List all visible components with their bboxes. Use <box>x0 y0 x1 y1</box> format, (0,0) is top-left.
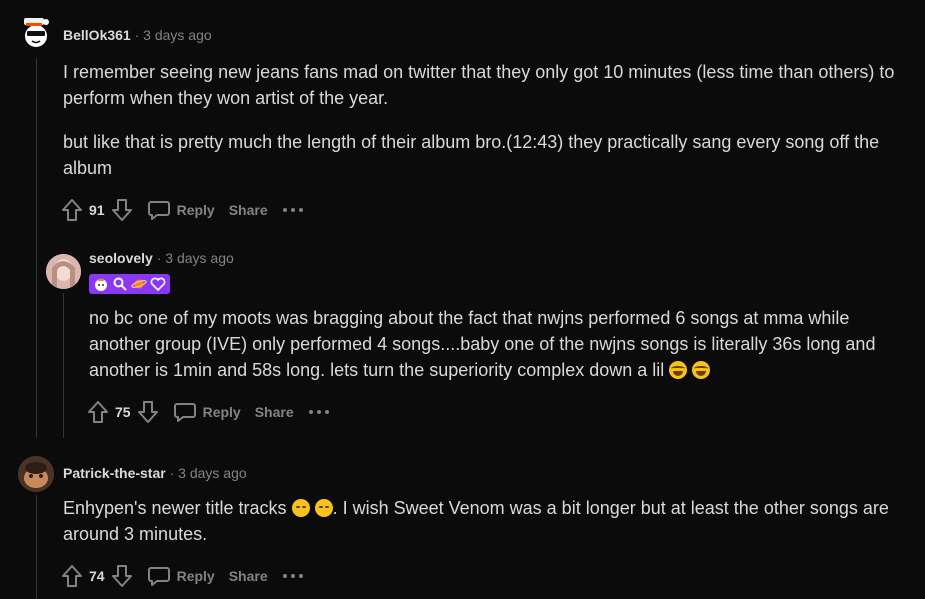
comment-actions: 91 Reply Share <box>61 197 304 223</box>
speech-bubble-icon <box>173 403 196 422</box>
comment-paragraph: no bc one of my moots was bragging about… <box>89 305 914 383</box>
reply-label: Reply <box>202 404 241 420</box>
ellipsis-icon <box>282 574 303 578</box>
comment-body: I remember seeing new jeans fans mad on … <box>63 59 918 181</box>
user-flair <box>89 274 170 294</box>
more-options-button[interactable] <box>282 207 304 213</box>
purple-heart-emoji-icon <box>150 277 166 292</box>
ellipsis-icon <box>308 410 329 414</box>
upvote-icon[interactable] <box>61 198 83 222</box>
comment-meta: Patrick-the-star · 3 days ago <box>63 465 247 481</box>
reply-button[interactable]: Reply <box>147 565 215 587</box>
more-options-button[interactable] <box>308 409 330 415</box>
planet-emoji-icon <box>131 279 147 289</box>
share-label: Share <box>254 404 294 420</box>
downvote-icon[interactable] <box>111 198 133 222</box>
timestamp[interactable]: 3 days ago <box>178 465 247 481</box>
timestamp[interactable]: 3 days ago <box>165 250 234 266</box>
reply-button[interactable]: Reply <box>147 199 215 221</box>
upvote-icon[interactable] <box>61 564 83 588</box>
magnifier-emoji-icon <box>113 277 127 291</box>
share-button[interactable]: Share <box>229 202 268 218</box>
comment-meta: seolovely · 3 days ago <box>89 250 234 266</box>
disappointed-emoji-icon <box>314 499 333 517</box>
profile-photo-icon <box>46 254 81 289</box>
vote-count: 91 <box>89 202 105 218</box>
upvote-icon[interactable] <box>87 400 109 424</box>
username[interactable]: seolovely <box>89 250 153 266</box>
comment-text-start: Enhypen's newer title tracks <box>63 498 287 518</box>
comment-text: no bc one of my moots was bragging about… <box>89 308 876 380</box>
reply-label: Reply <box>176 202 215 218</box>
flame-face-emoji-icon <box>95 278 107 291</box>
laughing-emoji-icon <box>669 361 688 379</box>
comment-body: no bc one of my moots was bragging about… <box>89 305 914 383</box>
comment-meta: BellOk361 · 3 days ago <box>63 27 212 43</box>
comment-paragraph: but like that is pretty much the length … <box>63 132 880 178</box>
profile-photo-icon <box>18 456 54 492</box>
downvote-icon[interactable] <box>137 400 159 424</box>
meta-separator: · <box>134 27 140 43</box>
ellipsis-icon <box>282 208 303 212</box>
avatar[interactable] <box>18 14 54 50</box>
reply-button[interactable]: Reply <box>173 401 241 423</box>
reply-label: Reply <box>176 568 215 584</box>
meta-separator: · <box>156 250 162 266</box>
thread-line-2[interactable] <box>63 293 64 438</box>
thread-line-3[interactable] <box>36 495 37 599</box>
more-options-button[interactable] <box>282 573 304 579</box>
share-button[interactable]: Share <box>255 404 294 420</box>
share-label: Share <box>228 202 268 218</box>
vote-count: 74 <box>89 568 105 584</box>
comment-actions: 74 Reply Share <box>61 563 304 589</box>
avatar[interactable] <box>46 254 81 289</box>
share-label: Share <box>228 568 268 584</box>
speech-bubble-icon <box>147 567 170 586</box>
comment-actions: 75 Reply Share <box>87 399 330 425</box>
comment-paragraph: I remember seeing new jeans fans mad on … <box>63 62 895 108</box>
vote-count: 75 <box>115 404 131 420</box>
username[interactable]: BellOk361 <box>63 27 131 43</box>
share-button[interactable]: Share <box>229 568 268 584</box>
timestamp[interactable]: 3 days ago <box>143 27 212 43</box>
downvote-icon[interactable] <box>111 564 133 588</box>
snoo-avatar-icon <box>24 18 49 47</box>
disappointed-emoji-icon <box>291 499 310 517</box>
laughing-emoji-icon <box>692 361 711 379</box>
speech-bubble-icon <box>147 201 170 220</box>
thread-line-1[interactable] <box>36 58 37 438</box>
meta-separator: · <box>169 465 175 481</box>
comment-body: Enhypen's newer title tracks . I wish Sw… <box>63 495 913 547</box>
username[interactable]: Patrick-the-star <box>63 465 166 481</box>
comment-paragraph: Enhypen's newer title tracks . I wish Sw… <box>63 495 913 547</box>
avatar[interactable] <box>18 456 54 492</box>
